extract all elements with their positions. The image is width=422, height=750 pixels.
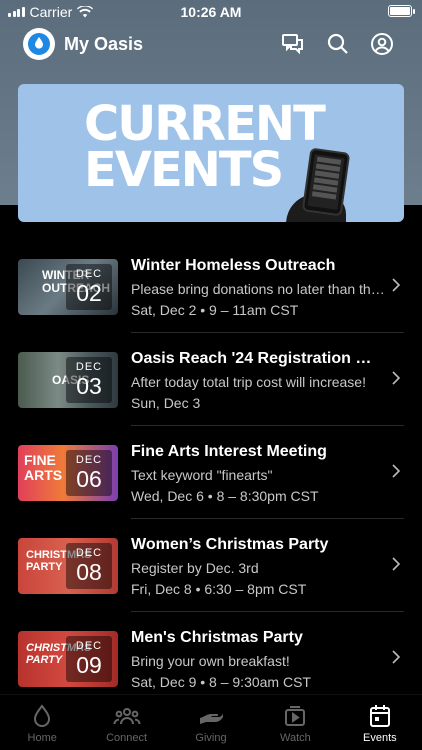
- app-title: My Oasis: [64, 34, 144, 54]
- tab-events[interactable]: Events: [338, 695, 422, 750]
- tab-label: Events: [363, 732, 397, 744]
- event-description: After today total trip cost will increas…: [131, 374, 366, 390]
- list-item[interactable]: WINTER OUTREACH DEC 02 Winter Homeless O…: [0, 240, 422, 333]
- event-date-time: Wed, Dec 6 • 8 – 8:30pm CST: [131, 488, 319, 504]
- battery-icon: [388, 5, 415, 17]
- date-month: DEC: [75, 454, 103, 466]
- thumbnail-text: FINE ARTS: [24, 452, 63, 483]
- event-description: Text keyword "finearts": [131, 467, 273, 483]
- current-events-banner[interactable]: CURRENT EVENTS: [18, 84, 404, 222]
- event-title: Winter Homeless Outreach: [131, 257, 336, 274]
- clock: 10:26 AM: [180, 4, 242, 20]
- tab-giving[interactable]: Giving: [169, 695, 253, 750]
- event-date-time: Fri, Dec 8 • 6:30 – 8pm CST: [131, 581, 307, 597]
- oasis-logo-icon[interactable]: [23, 28, 55, 60]
- app-bar: My Oasis: [0, 26, 422, 62]
- banner-line2: EVENTS: [84, 142, 284, 198]
- event-description: Bring your own breakfast!: [131, 653, 290, 669]
- date-month: DEC: [75, 547, 103, 559]
- list-item[interactable]: OASIS DEC 03 Oasis Reach '24 Registratio…: [0, 333, 422, 426]
- date-day: 02: [76, 280, 102, 306]
- drop-icon: [33, 704, 51, 728]
- date-month: DEC: [75, 268, 103, 280]
- event-thumbnail: FINE ARTS DEC 06: [18, 445, 118, 501]
- banner-line1: CURRENT: [84, 96, 326, 152]
- profile-icon[interactable]: [369, 31, 395, 57]
- list-item[interactable]: CHRISTMAS PARTY DEC 08 Women’s Christmas…: [0, 519, 422, 612]
- chevron-right-icon: [392, 557, 400, 571]
- tab-home[interactable]: Home: [0, 695, 84, 750]
- tab-label: Giving: [195, 732, 227, 744]
- tab-connect[interactable]: Connect: [84, 695, 168, 750]
- event-thumbnail: OASIS DEC 03: [18, 352, 118, 408]
- chevron-right-icon: [392, 371, 400, 385]
- tab-label: Connect: [106, 732, 148, 744]
- chevron-right-icon: [392, 464, 400, 478]
- tab-label: Home: [27, 732, 57, 744]
- event-description: Please bring donations no later than the…: [131, 281, 385, 297]
- tab-label: Watch: [280, 732, 311, 744]
- event-thumbnail: CHRISTMAS PARTY DEC 09: [18, 631, 118, 687]
- date-badge: DEC 03: [66, 357, 112, 403]
- date-month: DEC: [75, 361, 103, 373]
- status-bar: Carrier 10:26 AM: [0, 0, 422, 24]
- list-item[interactable]: FINE ARTS DEC 06 Fine Arts Interest Meet…: [0, 426, 422, 519]
- date-day: 08: [76, 559, 102, 585]
- date-day: 09: [76, 652, 102, 678]
- chevron-right-icon: [392, 650, 400, 664]
- date-month: DEC: [75, 640, 103, 652]
- chevron-right-icon: [392, 278, 400, 292]
- event-title: Oasis Reach '24 Registration Deadline: [131, 350, 381, 367]
- date-badge: DEC 02: [66, 264, 112, 310]
- date-badge: DEC 08: [66, 543, 112, 589]
- event-title: Men's Christmas Party: [131, 629, 303, 646]
- event-date-time: Sun, Dec 3: [131, 395, 201, 411]
- event-title: Fine Arts Interest Meeting: [131, 443, 327, 460]
- event-date-time: Sat, Dec 2 • 9 – 11am CST: [131, 302, 299, 318]
- giving-hand-icon: [198, 704, 224, 728]
- date-badge: DEC 06: [66, 450, 112, 496]
- date-day: 06: [76, 466, 102, 492]
- list-item[interactable]: CHRISTMAS PARTY DEC 09 Men's Christmas P…: [0, 612, 422, 705]
- people-icon: [113, 704, 141, 728]
- events-list: WINTER OUTREACH DEC 02 Winter Homeless O…: [0, 240, 422, 705]
- event-description: Register by Dec. 3rd: [131, 560, 259, 576]
- event-thumbnail: WINTER OUTREACH DEC 02: [18, 259, 118, 315]
- tab-watch[interactable]: Watch: [253, 695, 337, 750]
- event-thumbnail: CHRISTMAS PARTY DEC 08: [18, 538, 118, 594]
- calendar-icon: [369, 704, 391, 728]
- video-icon: [284, 704, 306, 728]
- chat-icon[interactable]: [280, 31, 306, 57]
- search-icon[interactable]: [325, 31, 351, 57]
- date-badge: DEC 09: [66, 636, 112, 682]
- date-day: 03: [76, 373, 102, 399]
- event-date-time: Sat, Dec 9 • 8 – 9:30am CST: [131, 674, 311, 690]
- event-title: Women’s Christmas Party: [131, 536, 329, 553]
- tab-bar: Home Connect Giving Watch Events: [0, 694, 422, 750]
